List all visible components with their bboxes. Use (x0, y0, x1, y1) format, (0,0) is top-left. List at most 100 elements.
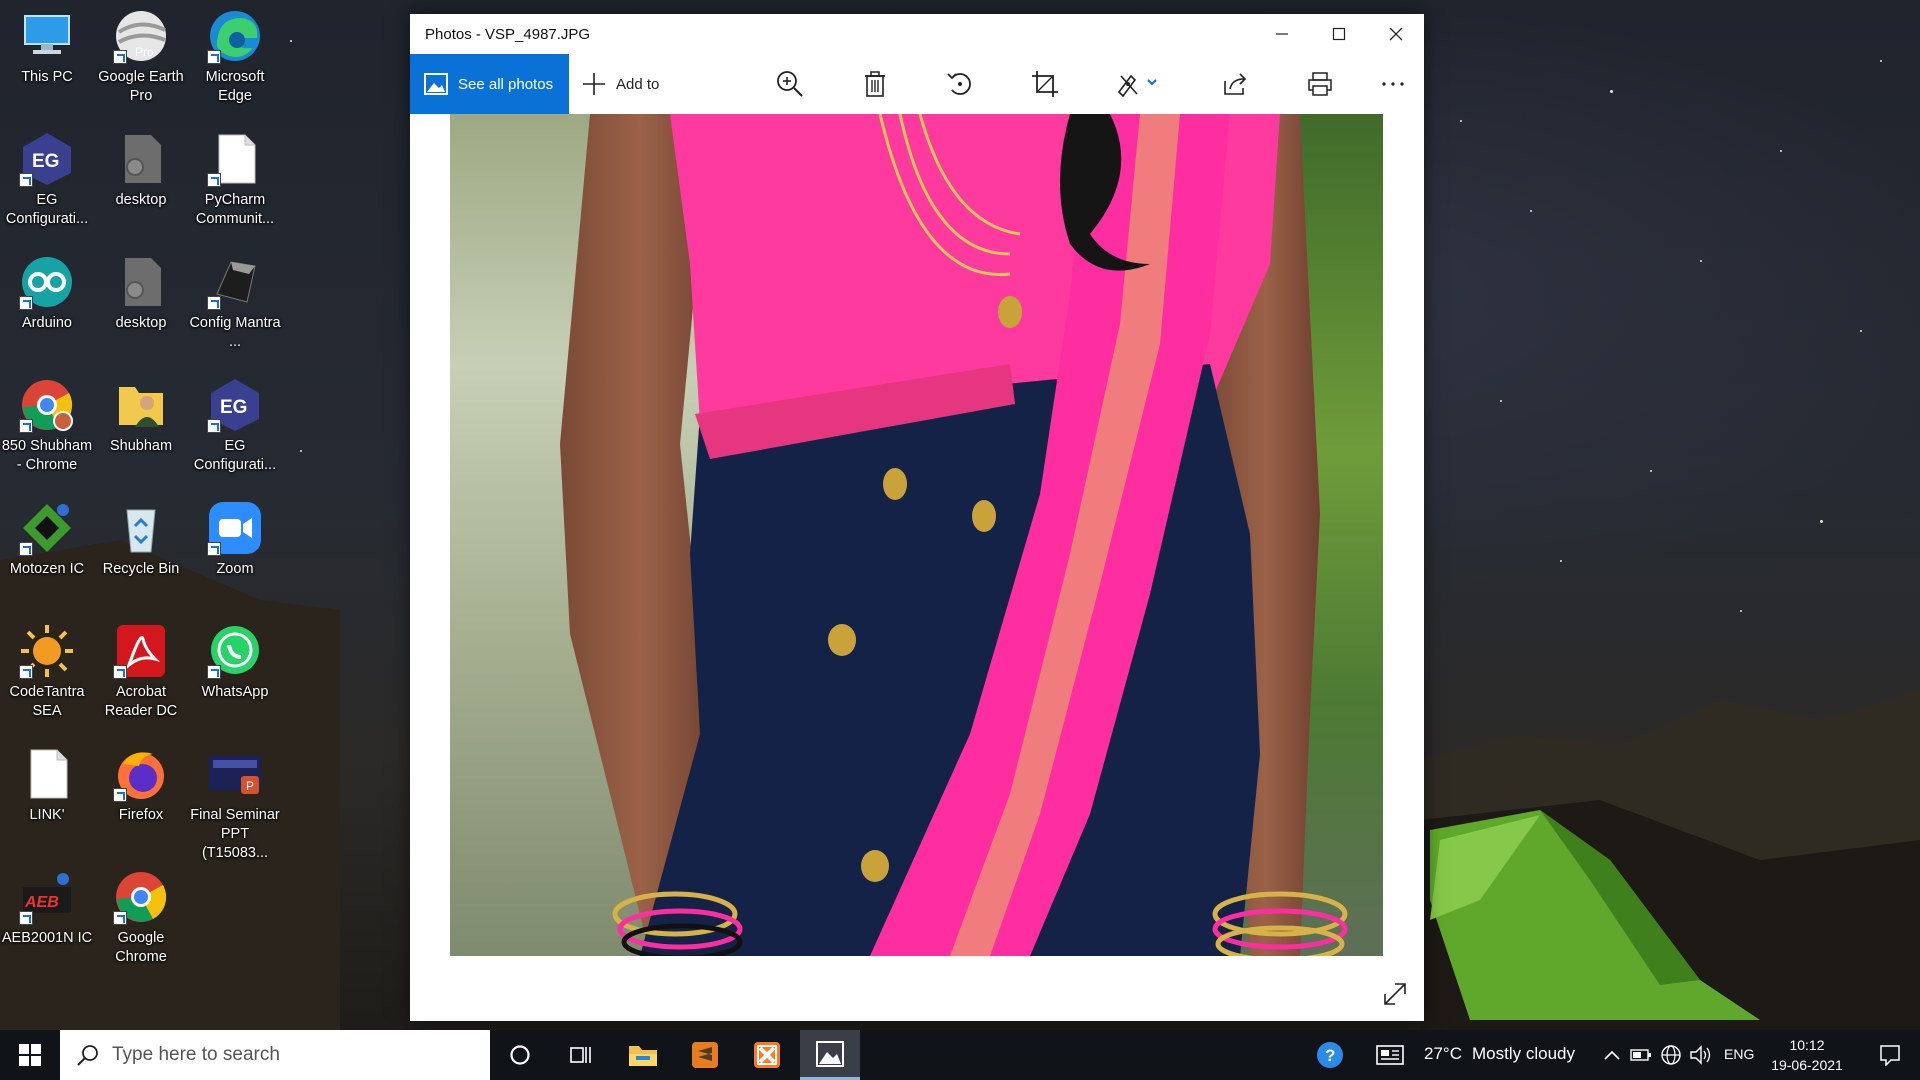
news-weather-button[interactable] (1370, 1030, 1410, 1080)
file-explorer-button[interactable] (613, 1030, 673, 1080)
task-view-button[interactable] (550, 1030, 610, 1080)
show-hidden-icons-button[interactable] (1598, 1030, 1626, 1080)
globe-icon (1661, 1045, 1681, 1065)
rotate-button[interactable] (938, 54, 982, 114)
photo-content (450, 114, 1383, 956)
desktop-icon-label: Google Earth Pro (98, 69, 184, 104)
sublime-text-icon (692, 1042, 718, 1068)
xampp-button[interactable] (737, 1030, 797, 1080)
network-button[interactable] (1656, 1030, 1686, 1080)
desktop-icon-label: Motozen IC (9, 561, 85, 577)
shortcut-arrow-icon (113, 788, 127, 802)
input-language[interactable]: ENG (1724, 1046, 1754, 1062)
desktop-icon-aeb2001n[interactable]: AEB AEB2001N IC (0, 861, 94, 948)
cortana-button[interactable] (490, 1030, 550, 1080)
desktop-icon-this-pc[interactable]: This PC (0, 0, 94, 87)
desktop-icon-firefox[interactable]: Firefox (94, 738, 188, 825)
desktop-icon-label: Google Chrome (115, 930, 167, 965)
desktop-icon-label: EG Configurati... (5, 192, 89, 227)
photos-icon (816, 1040, 844, 1067)
eg-logo-text: EG (220, 397, 247, 418)
maximize-button[interactable] (1310, 14, 1367, 54)
config-mantra-icon (207, 254, 263, 310)
shortcut-arrow-icon (19, 419, 33, 433)
volume-button[interactable] (1686, 1030, 1716, 1080)
desktop-icon-recycle-bin[interactable]: Recycle Bin (94, 492, 188, 579)
share-button[interactable] (1213, 54, 1257, 114)
desktop-icon-eg-config[interactable]: EG EG Configurati... (0, 123, 94, 229)
edit-and-create-button[interactable] (1108, 54, 1168, 114)
desktop-icon-google-chrome[interactable]: Google Chrome (94, 861, 188, 967)
desktop-icon-link[interactable]: LINK' (0, 738, 94, 825)
sublime-text-button[interactable] (675, 1030, 735, 1080)
desktop-icon-label: CodeTantra SEA (9, 684, 85, 719)
minimize-button[interactable] (1253, 14, 1310, 54)
add-to-label: Add to (616, 75, 660, 93)
clock-date: 19-06-2021 (1771, 1057, 1843, 1073)
see-all-photos-button[interactable]: See all photos (410, 54, 569, 114)
more-options-button[interactable] (1371, 54, 1415, 114)
desktop-icon-acrobat[interactable]: Acrobat Reader DC (94, 615, 188, 721)
cortana-icon (510, 1045, 530, 1065)
crop-button[interactable] (1023, 54, 1067, 114)
close-button[interactable] (1367, 14, 1424, 54)
desktop-icon-whatsapp[interactable]: WhatsApp (188, 615, 282, 702)
add-to-button[interactable]: Add to (582, 54, 659, 114)
desktop-icon-label: desktop (115, 192, 167, 208)
blank-file-icon (207, 131, 263, 187)
shortcut-arrow-icon (19, 173, 33, 187)
photos-app-window[interactable]: Photos - VSP_4987.JPG See all photos Add… (410, 14, 1424, 1021)
desktop-icon-desktop-2[interactable]: desktop (94, 246, 188, 333)
desktop-icon-desktop-1[interactable]: desktop (94, 123, 188, 210)
desktop-icon-pycharm[interactable]: PyCharm Communit... (188, 123, 282, 229)
earth-pro-badge: Pro (135, 45, 154, 59)
desktop-icon-arduino[interactable]: Arduino (0, 246, 94, 333)
plus-icon (583, 73, 605, 95)
chrome-icon (113, 869, 169, 925)
desktop-icon-motozen[interactable]: Motozen IC (0, 492, 94, 579)
print-icon (1308, 72, 1332, 96)
desktop-icon-shubham-chrome[interactable]: 850 Shubham - Chrome (0, 369, 94, 475)
help-tray-button[interactable]: ? (1300, 1030, 1360, 1080)
speaker-icon (1690, 1045, 1711, 1065)
desktop-icon-microsoft-edge[interactable]: Microsoft Edge (188, 0, 282, 106)
see-all-photos-label: See all photos (458, 75, 554, 93)
battery-button[interactable] (1626, 1030, 1656, 1080)
expand-icon (1384, 983, 1406, 1005)
print-button[interactable] (1298, 54, 1342, 114)
desktop-icon-final-seminar[interactable]: P Final Seminar PPT (T15083... (188, 738, 282, 863)
taskbar-clock[interactable]: 10:12 19-06-2021 (1760, 1035, 1854, 1075)
desktop-icon-zoom[interactable]: Zoom (188, 492, 282, 579)
user-folder-icon (113, 377, 169, 433)
desktop-icon-config-mantra[interactable]: Config Mantra ... (188, 246, 282, 352)
desktop-icon-label: Acrobat Reader DC (104, 684, 178, 719)
recycle-bin-icon (113, 500, 169, 556)
delete-button[interactable] (853, 54, 897, 114)
taskbar-search-box[interactable]: Type here to search (60, 1030, 490, 1080)
start-button[interactable] (0, 1030, 60, 1080)
desktop-icon-shubham[interactable]: Shubham (94, 369, 188, 456)
notifications-button[interactable] (1860, 1030, 1920, 1080)
desktop-icon-google-earth-pro[interactable]: Pro Google Earth Pro (94, 0, 188, 106)
title-bar[interactable]: Photos - VSP_4987.JPG (410, 14, 1424, 54)
eg-logo-text: EG (32, 151, 59, 172)
search-placeholder: Type here to search (112, 1044, 280, 1065)
svg-text:?: ? (1325, 1046, 1335, 1065)
photos-toolbar: See all photos Add to (410, 54, 1424, 114)
google-earth-icon: Pro (113, 8, 169, 64)
weather-temperature[interactable]: 27°C (1424, 1044, 1462, 1064)
photo-viewer[interactable] (450, 114, 1383, 956)
zoom-button[interactable] (768, 54, 812, 114)
desktop-icon-eg-config-2[interactable]: EG EG Configurati... (188, 369, 282, 475)
chevron-up-icon (1604, 1050, 1620, 1060)
full-screen-button[interactable] (1380, 979, 1410, 1009)
acrobat-icon (113, 623, 169, 679)
shortcut-arrow-icon (113, 50, 127, 64)
gear-file-icon (113, 254, 169, 310)
rotate-icon (947, 73, 971, 95)
desktop-icon-label: Zoom (216, 561, 254, 577)
weather-condition[interactable]: Mostly cloudy (1472, 1044, 1575, 1064)
desktop-icon-label: Arduino (22, 315, 72, 331)
photos-taskbar-button[interactable] (800, 1030, 860, 1080)
desktop-icon-codetantra[interactable]: CodeTantra SEA (0, 615, 94, 721)
